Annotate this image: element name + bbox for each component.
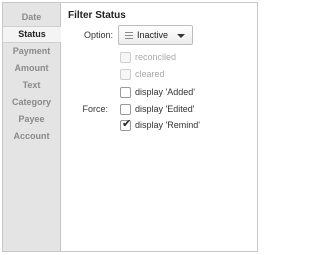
sidebar-item-account[interactable]: Account bbox=[3, 128, 60, 145]
chevron-down-icon bbox=[177, 34, 185, 38]
cleared-checkbox[interactable] bbox=[120, 69, 131, 80]
sidebar-item-amount[interactable]: Amount bbox=[3, 60, 60, 77]
filter-sidebar: Date Status Payment Amount Text Category… bbox=[3, 3, 61, 251]
status-option-dropdown[interactable]: Inactive bbox=[118, 25, 193, 45]
display-remind-label: display 'Remind' bbox=[135, 120, 200, 130]
status-option-value: Inactive bbox=[137, 30, 169, 40]
sidebar-item-status[interactable]: Status bbox=[3, 26, 61, 43]
reconciled-label: reconciled bbox=[135, 52, 177, 62]
list-icon bbox=[125, 32, 133, 39]
display-added-checkbox[interactable] bbox=[120, 87, 131, 98]
display-remind-checkbox[interactable]: ✔ bbox=[120, 118, 132, 131]
force-label: Force: bbox=[82, 104, 108, 114]
display-edited-checkbox[interactable] bbox=[120, 104, 131, 115]
checkmark-icon: ✔ bbox=[122, 118, 132, 130]
cleared-label: cleared bbox=[135, 69, 165, 79]
display-added-label: display 'Added' bbox=[135, 87, 195, 97]
sidebar-item-date[interactable]: Date bbox=[3, 9, 60, 26]
sidebar-item-text[interactable]: Text bbox=[3, 77, 60, 94]
panel-title: Filter Status bbox=[68, 10, 126, 21]
sidebar-item-category[interactable]: Category bbox=[3, 94, 60, 111]
option-label: Option: bbox=[83, 30, 113, 40]
display-edited-label: display 'Edited' bbox=[135, 104, 195, 114]
sidebar-item-payment[interactable]: Payment bbox=[3, 43, 60, 60]
filter-dialog: Date Status Payment Amount Text Category… bbox=[2, 2, 258, 252]
reconciled-checkbox[interactable] bbox=[120, 52, 131, 63]
sidebar-item-payee[interactable]: Payee bbox=[3, 111, 60, 128]
